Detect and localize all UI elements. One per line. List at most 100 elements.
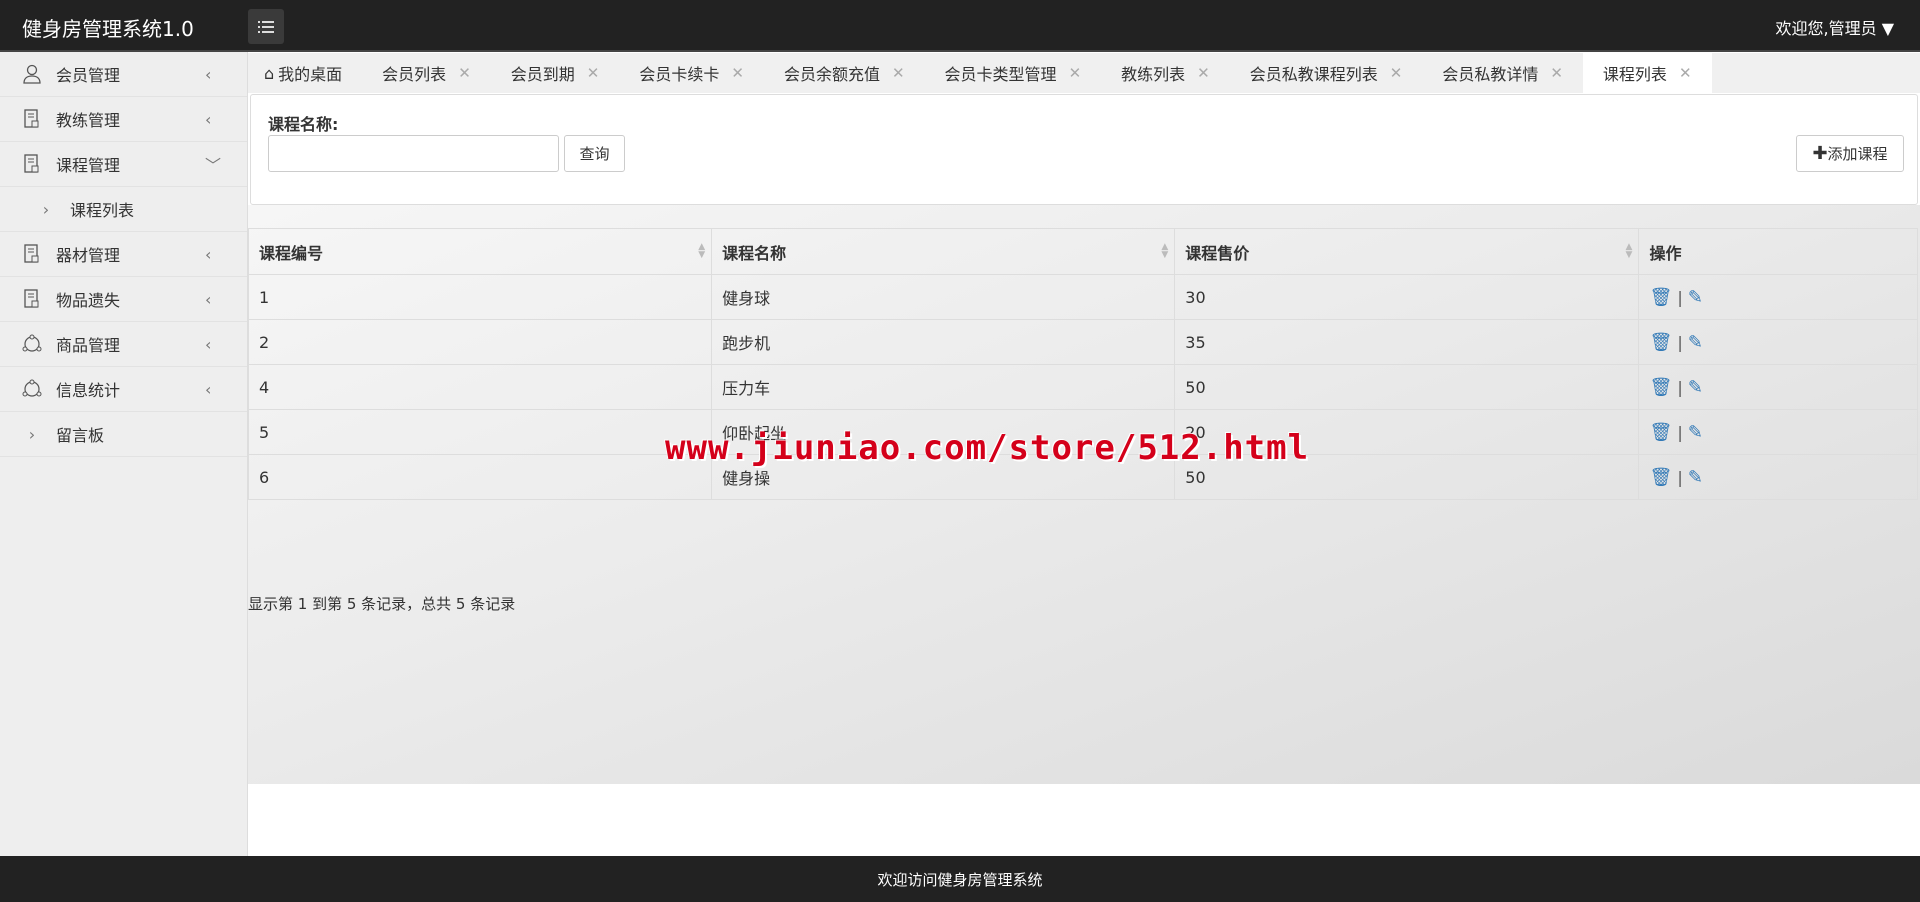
close-icon[interactable]: ✕ — [458, 64, 471, 82]
content-area: 课程编号 ▲ ▼ 课程名称 ▲ ▼ 课程售价 ▲ ▼ 操作 1 健身球 30 🗑 | ✎ 2 跑步机 35 🗑 … — [247, 205, 1920, 784]
tab-label: 会员私教课程列表 — [1249, 65, 1378, 84]
add-course-button[interactable]: ✚ 添加课程 — [1796, 135, 1904, 172]
tab-label: 会员卡续卡 — [639, 65, 720, 84]
table-cell: 仰卧起坐 — [711, 409, 1176, 455]
table-cell: 健身操 — [711, 454, 1176, 500]
sidebar-item-label: 课程列表 — [70, 201, 135, 220]
edit-pencil-icon[interactable]: ✎ — [1688, 422, 1703, 443]
column-header[interactable]: 课程名称 ▲ ▼ — [711, 228, 1176, 275]
share-icon — [22, 379, 42, 399]
course-name-label: 课程名称: — [268, 115, 339, 134]
trash-icon[interactable]: 🗑 — [1649, 422, 1672, 443]
table-cell: 2 — [247, 319, 713, 365]
trash-icon[interactable]: 🗑 — [1649, 287, 1672, 308]
table-cell: 35 — [1174, 319, 1640, 365]
chevron-right-icon: › — [42, 199, 50, 219]
query-button[interactable]: 查询 — [564, 135, 625, 172]
tab-label: 会员私教详情 — [1442, 65, 1539, 84]
column-header-label: 课程编号 — [259, 243, 324, 263]
sort-icon[interactable]: ▲ ▼ — [1161, 243, 1168, 260]
tab[interactable]: 会员卡类型管理 ✕ — [925, 53, 1102, 93]
table-cell: 压力车 — [711, 364, 1176, 410]
tab-label: 会员余额充值 — [783, 65, 880, 84]
sidebar-item[interactable]: 教练管理 ‹ — [0, 97, 247, 142]
sidebar-item-label: 物品遗失 — [56, 291, 121, 310]
table-row: 4 压力车 50 🗑 | ✎ — [247, 364, 1918, 410]
tab-label: 我的桌面 — [278, 65, 343, 84]
tab-label: 会员列表 — [382, 65, 447, 84]
table-cell: 健身球 — [711, 274, 1176, 320]
table-row: 6 健身操 50 🗑 | ✎ — [247, 454, 1918, 500]
table-cell: 5 — [247, 409, 713, 455]
table-cell: 跑步机 — [711, 319, 1176, 365]
document-icon — [22, 244, 42, 264]
tab[interactable]: 课程列表 ✕ — [1582, 53, 1712, 93]
close-icon[interactable]: ✕ — [892, 64, 905, 82]
tab[interactable]: 会员私教详情 ✕ — [1422, 53, 1583, 93]
chevron-left-icon: ‹ — [205, 64, 212, 84]
sidebar-item-label: 教练管理 — [56, 111, 121, 130]
top-navbar: 健身房管理系统1.0 欢迎您,管理员 ▼ — [0, 0, 1920, 52]
close-icon[interactable]: ✕ — [1390, 64, 1403, 82]
home-icon: ⌂ — [264, 63, 275, 83]
table-cell: 30 — [1174, 274, 1640, 320]
edit-pencil-icon[interactable]: ✎ — [1688, 377, 1703, 398]
close-icon[interactable]: ✕ — [587, 64, 600, 82]
tab[interactable]: 会员余额充值 ✕ — [764, 53, 925, 93]
sidebar: 会员管理 ‹ 教练管理 ‹ 课程管理 ﹀ › 课程列表 器材管理 ‹ 物品遗失 ‹ 商品管理 ‹ 信息统计 ‹… — [0, 52, 248, 856]
sidebar-item-label: 商品管理 — [56, 336, 121, 355]
chevron-right-icon: › — [28, 424, 36, 444]
tab[interactable]: 教练列表 ✕ — [1101, 53, 1230, 93]
plus-icon: ✚ — [1812, 143, 1828, 164]
sort-icon[interactable]: ▲ ▼ — [1626, 243, 1633, 260]
sidebar-item[interactable]: 器材管理 ‹ — [0, 232, 247, 277]
sidebar-item[interactable]: 信息统计 ‹ — [0, 367, 247, 412]
sidebar-item[interactable]: 课程管理 ﹀ — [0, 142, 247, 187]
close-icon[interactable]: ✕ — [1069, 64, 1082, 82]
sort-icon[interactable]: ▲ ▼ — [698, 243, 705, 260]
sidebar-toggle-button[interactable] — [248, 9, 284, 44]
chevron-left-icon: ‹ — [205, 109, 212, 129]
column-header[interactable]: 课程售价 ▲ ▼ — [1174, 228, 1640, 275]
document-icon — [22, 154, 42, 174]
tab[interactable]: 会员卡续卡 ✕ — [619, 53, 764, 93]
table-cell: 50 — [1174, 364, 1640, 410]
table-cell: 4 — [247, 364, 713, 410]
share-icon — [22, 334, 42, 354]
actions-cell: 🗑 | ✎ — [1638, 319, 1918, 365]
sidebar-item-label: 留言板 — [56, 426, 105, 445]
trash-icon[interactable]: 🗑 — [1649, 332, 1672, 353]
tab[interactable]: ⌂ 我的桌面 — [248, 53, 362, 93]
trash-icon[interactable]: 🗑 — [1649, 467, 1672, 488]
sidebar-item[interactable]: 会员管理 ‹ — [0, 52, 247, 97]
sidebar-item[interactable]: › 课程列表 — [0, 187, 247, 232]
column-header[interactable]: 课程编号 ▲ ▼ — [247, 228, 713, 275]
edit-pencil-icon[interactable]: ✎ — [1688, 332, 1703, 353]
actions-cell: 🗑 | ✎ — [1638, 364, 1918, 410]
sidebar-item[interactable]: 物品遗失 ‹ — [0, 277, 247, 322]
table-cell: 6 — [247, 454, 713, 500]
course-name-input[interactable] — [268, 135, 559, 172]
actions-cell: 🗑 | ✎ — [1638, 454, 1918, 500]
search-panel: 课程名称: 查询 ✚ 添加课程 — [250, 94, 1918, 205]
user-menu[interactable]: 欢迎您,管理员 ▼ — [1776, 15, 1895, 39]
edit-pencil-icon[interactable]: ✎ — [1688, 467, 1703, 488]
close-icon[interactable]: ✕ — [731, 64, 744, 82]
close-icon[interactable]: ✕ — [1550, 64, 1563, 82]
chevron-left-icon: ‹ — [205, 289, 212, 309]
menu-icon — [258, 20, 274, 33]
tab[interactable]: 会员到期 ✕ — [491, 53, 620, 93]
sidebar-item[interactable]: 商品管理 ‹ — [0, 322, 247, 367]
close-icon[interactable]: ✕ — [1197, 64, 1210, 82]
footer: 欢迎访问健身房管理系统 — [0, 856, 1920, 902]
tab-label: 教练列表 — [1121, 65, 1186, 84]
caret-down-icon: ▼ — [1881, 19, 1894, 38]
close-icon[interactable]: ✕ — [1679, 64, 1692, 82]
chevron-left-icon: ‹ — [205, 244, 212, 264]
sidebar-item[interactable]: › 留言板 — [0, 412, 247, 457]
tab[interactable]: 会员私教课程列表 ✕ — [1230, 53, 1423, 93]
trash-icon[interactable]: 🗑 — [1649, 377, 1672, 398]
edit-pencil-icon[interactable]: ✎ — [1688, 287, 1703, 308]
chevron-down-icon: ﹀ — [205, 156, 222, 175]
tab[interactable]: 会员列表 ✕ — [362, 53, 491, 93]
